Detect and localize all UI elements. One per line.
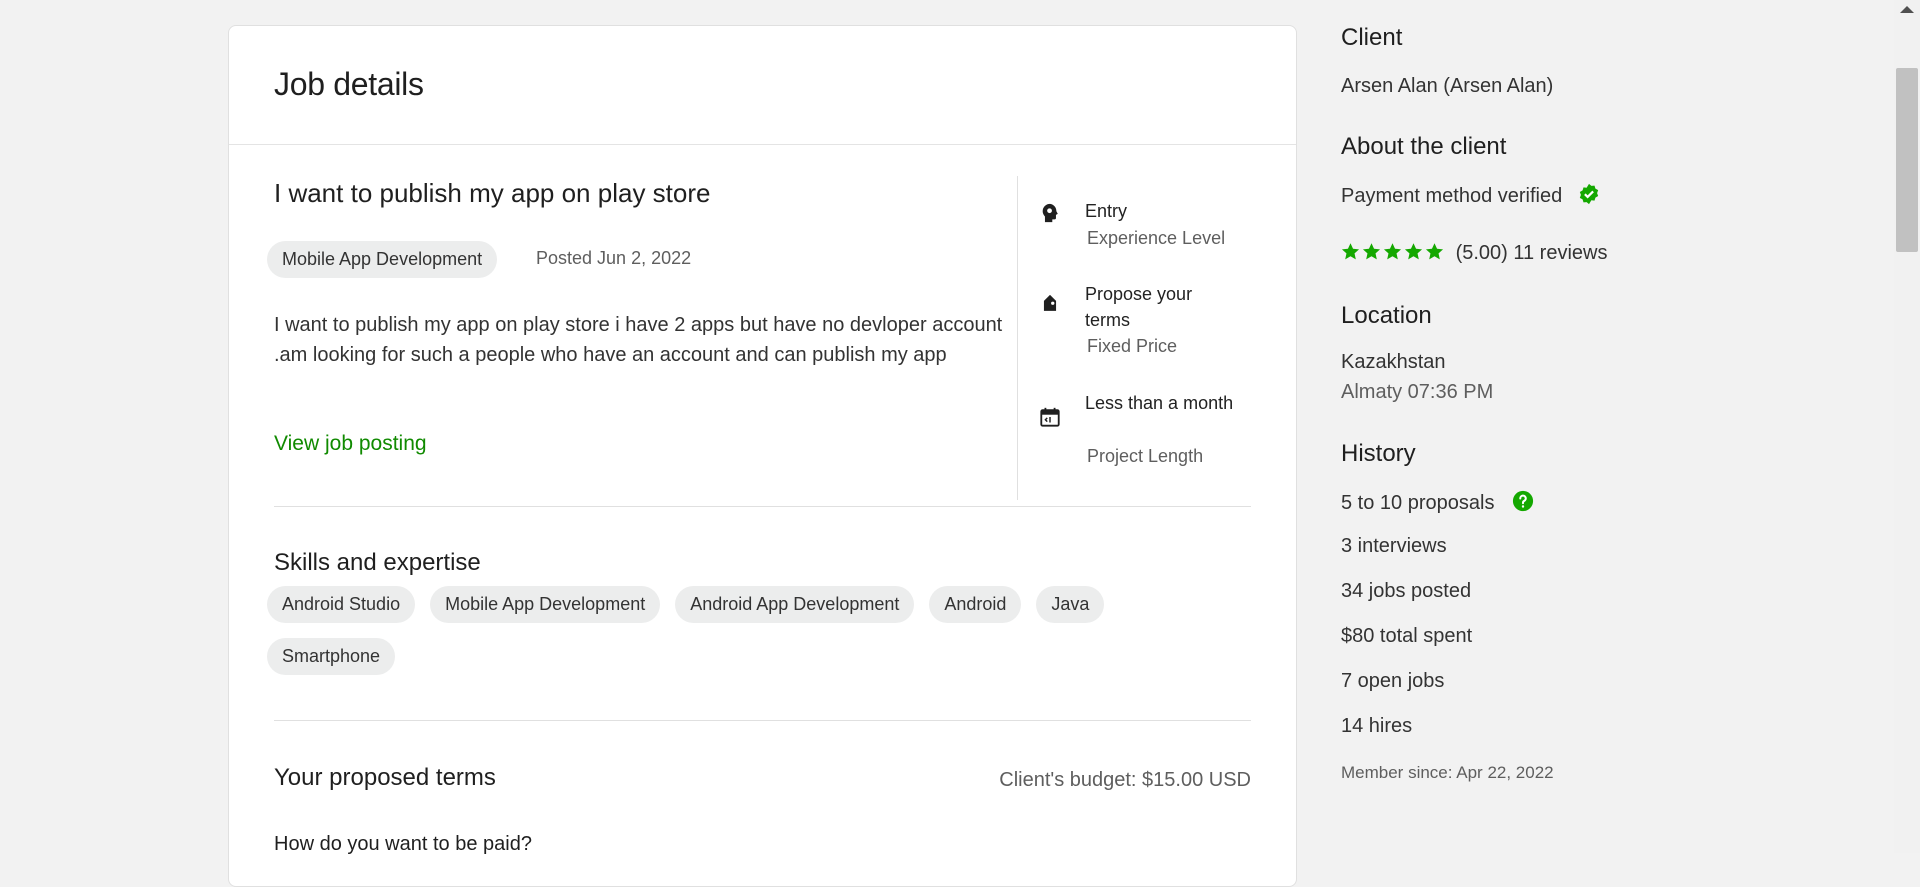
about-client-heading: About the client xyxy=(1341,133,1507,160)
client-country: Kazakhstan xyxy=(1341,351,1446,373)
skill-chip[interactable]: Android xyxy=(929,586,1022,623)
posted-date: Posted Jun 2, 2022 xyxy=(536,248,692,268)
experience-level-label: Experience Level xyxy=(1087,228,1226,248)
section-divider xyxy=(274,720,1251,721)
member-since: Member since: Apr 22, 2022 xyxy=(1341,763,1554,782)
history-heading: History xyxy=(1341,440,1416,467)
page-title: Job details xyxy=(274,66,424,102)
open-jobs-count: 7 open jobs xyxy=(1341,670,1445,692)
card-header: Job details xyxy=(229,26,1296,145)
skill-chip[interactable]: Mobile App Development xyxy=(430,586,661,623)
star-icon xyxy=(1362,243,1381,260)
proposed-terms-title: Your proposed terms xyxy=(274,764,496,791)
interviews-count: 3 interviews xyxy=(1341,535,1447,557)
client-budget: Client's budget: $15.00 USD xyxy=(999,769,1251,791)
section-divider xyxy=(274,506,1251,507)
project-length-attribute: Less than a month Project Length xyxy=(1039,390,1269,470)
help-icon[interactable] xyxy=(1512,490,1534,512)
skill-chip[interactable]: Smartphone xyxy=(267,638,396,675)
calendar-icon xyxy=(1040,407,1060,427)
client-rating: (5.00) 11 reviews xyxy=(1341,242,1607,265)
client-city-time: Almaty 07:36 PM xyxy=(1341,381,1494,403)
star-icon xyxy=(1341,243,1360,260)
category-chip[interactable]: Mobile App Development xyxy=(267,241,498,278)
price-type-label: Fixed Price xyxy=(1087,336,1178,356)
skill-chip[interactable]: Android Studio xyxy=(267,586,416,623)
jobs-posted-count: 34 jobs posted xyxy=(1341,580,1472,602)
scroll-up-arrow-icon[interactable] xyxy=(1900,6,1914,13)
job-details-card: Job details I want to publish my app on … xyxy=(228,25,1297,887)
scrollbar-thumb[interactable] xyxy=(1896,68,1918,252)
project-length-value: Less than a month xyxy=(1085,393,1234,413)
client-heading: Client xyxy=(1341,24,1403,51)
view-job-posting-link[interactable]: View job posting xyxy=(274,432,427,456)
brain-icon xyxy=(1042,203,1058,223)
star-icon xyxy=(1383,243,1402,260)
rating-stars xyxy=(1341,242,1444,261)
hires-count: 14 hires xyxy=(1341,715,1413,737)
star-icon xyxy=(1425,243,1444,260)
proposals-count: 5 to 10 proposals xyxy=(1341,490,1534,515)
proposals-text: 5 to 10 proposals xyxy=(1341,492,1495,514)
price-type-value: Propose your terms xyxy=(1085,284,1193,330)
job-description: I want to publish my app on play store i… xyxy=(274,314,1003,366)
divider xyxy=(1017,176,1018,500)
experience-level-value: Entry xyxy=(1085,201,1128,221)
price-type-attribute: Propose your terms Fixed Price xyxy=(1039,281,1269,361)
project-length-label: Project Length xyxy=(1087,446,1204,466)
client-name: Arsen Alan (Arsen Alan) xyxy=(1341,75,1554,97)
payment-verified: Payment method verified xyxy=(1341,183,1600,208)
total-spent: $80 total spent xyxy=(1341,625,1473,647)
experience-level-attribute: Entry Experience Level xyxy=(1039,198,1269,258)
skill-chip[interactable]: Java xyxy=(1036,586,1105,623)
job-title: I want to publish my app on play store xyxy=(274,178,711,208)
skills-list: Android Studio Mobile App Development An… xyxy=(267,586,1227,675)
price-tag-icon xyxy=(1043,295,1057,311)
rating-text: (5.00) 11 reviews xyxy=(1455,242,1608,264)
location-heading: Location xyxy=(1341,302,1432,329)
star-icon xyxy=(1404,243,1423,260)
payment-verified-text: Payment method verified xyxy=(1341,185,1563,207)
skill-chip[interactable]: Android App Development xyxy=(675,586,915,623)
verified-check-icon xyxy=(1579,183,1598,205)
skills-title: Skills and expertise xyxy=(274,549,481,576)
